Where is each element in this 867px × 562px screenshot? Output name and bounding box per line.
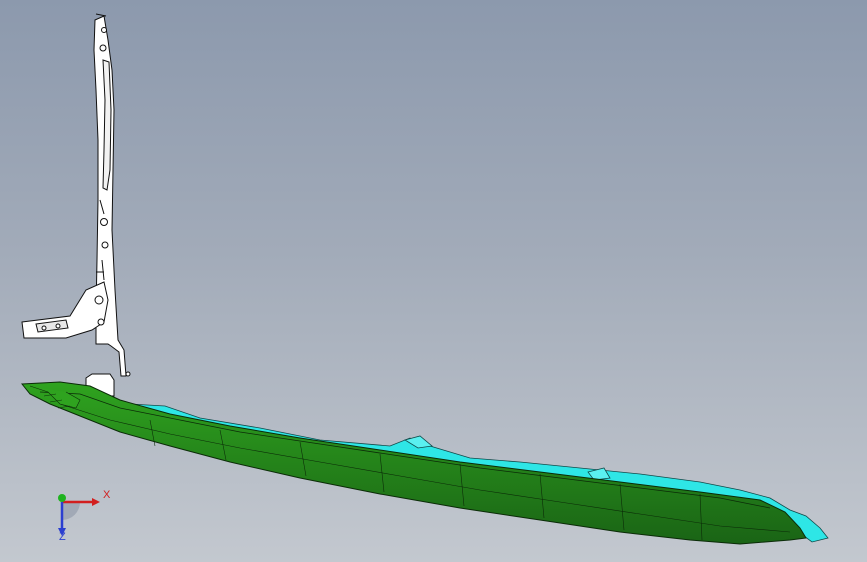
z-axis-label: Z — [59, 531, 66, 543]
graphics-viewport[interactable]: X Z — [0, 0, 867, 562]
x-axis-label: X — [103, 489, 111, 501]
x-axis-arrowhead — [92, 498, 100, 506]
bumper-part[interactable] — [21, 381, 807, 545]
y-axis-dot — [58, 494, 66, 502]
bracket-part[interactable] — [21, 13, 131, 397]
triad-graphic — [58, 494, 100, 536]
model-view[interactable] — [0, 0, 867, 562]
axis-triad: X Z — [46, 480, 126, 550]
